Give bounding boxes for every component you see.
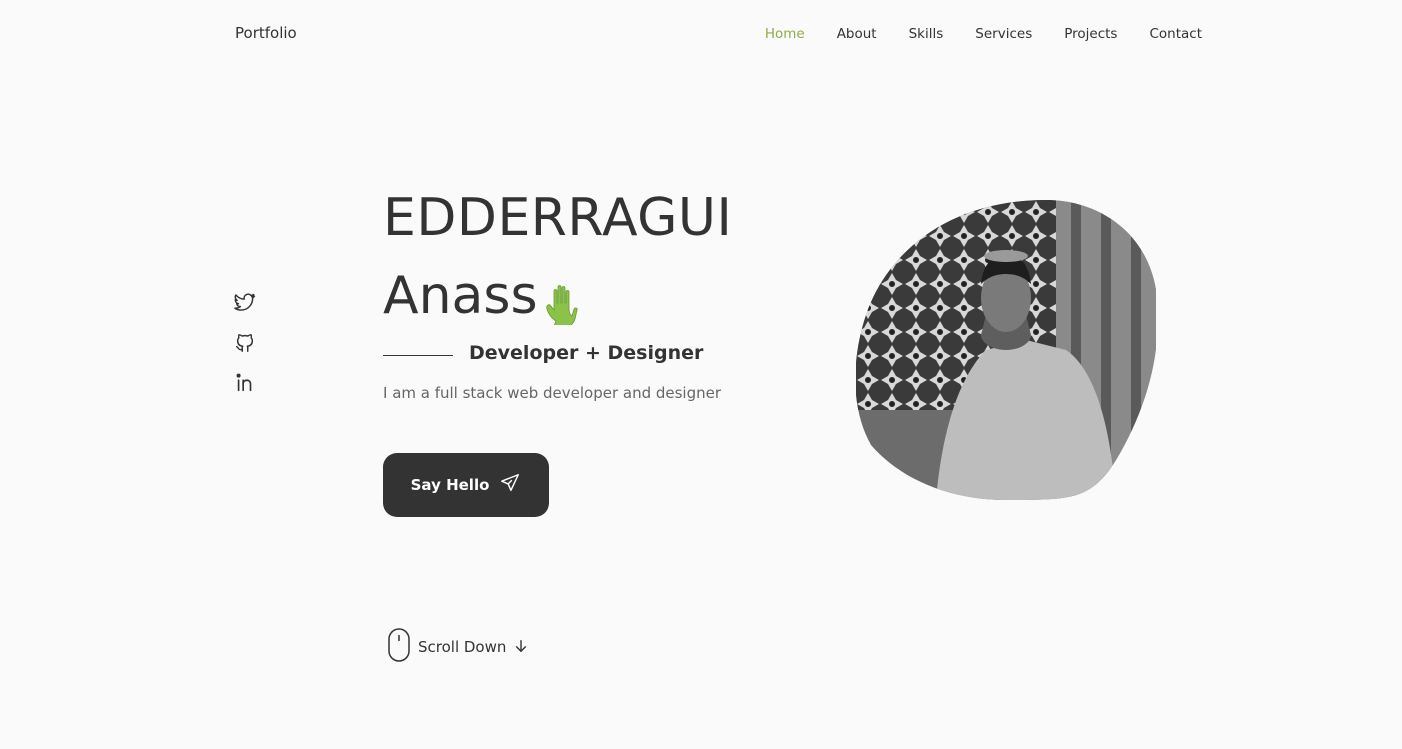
hero-subtitle: Developer + Designer — [469, 342, 704, 364]
nav-contact[interactable]: Contact — [1149, 26, 1202, 42]
main-nav: Home About Skills Services Projects Cont… — [765, 26, 1202, 42]
hero-title-lastname: EDDERRAGUI — [383, 188, 733, 248]
nav-about[interactable]: About — [837, 26, 877, 42]
hero-description: I am a full stack web developer and desi… — [383, 384, 722, 402]
linkedin-icon[interactable] — [234, 372, 256, 394]
waving-hand-icon — [544, 278, 584, 329]
twitter-icon[interactable] — [234, 292, 256, 314]
github-icon[interactable] — [234, 332, 256, 354]
nav-skills[interactable]: Skills — [909, 26, 944, 42]
nav-home[interactable]: Home — [765, 26, 805, 42]
scroll-down-label: Scroll Down — [418, 638, 507, 656]
nav-services[interactable]: Services — [975, 26, 1032, 42]
hero-title-firstname-row: Anass — [383, 266, 584, 329]
scroll-down-link[interactable]: Scroll Down — [388, 628, 528, 666]
say-hello-label: Say Hello — [410, 476, 490, 494]
nav-projects[interactable]: Projects — [1064, 26, 1117, 42]
arrow-down-icon — [514, 638, 528, 657]
subtitle-divider — [383, 355, 453, 356]
say-hello-button[interactable]: Say Hello — [383, 453, 549, 517]
social-links — [234, 292, 256, 394]
logo-link[interactable]: Portfolio — [235, 24, 297, 42]
profile-photo — [856, 200, 1156, 500]
mouse-icon — [388, 628, 410, 666]
site-header: Portfolio Home About Skills Services Pro… — [0, 0, 1402, 68]
send-icon — [499, 472, 521, 498]
hero-title-firstname: Anass — [383, 266, 538, 326]
